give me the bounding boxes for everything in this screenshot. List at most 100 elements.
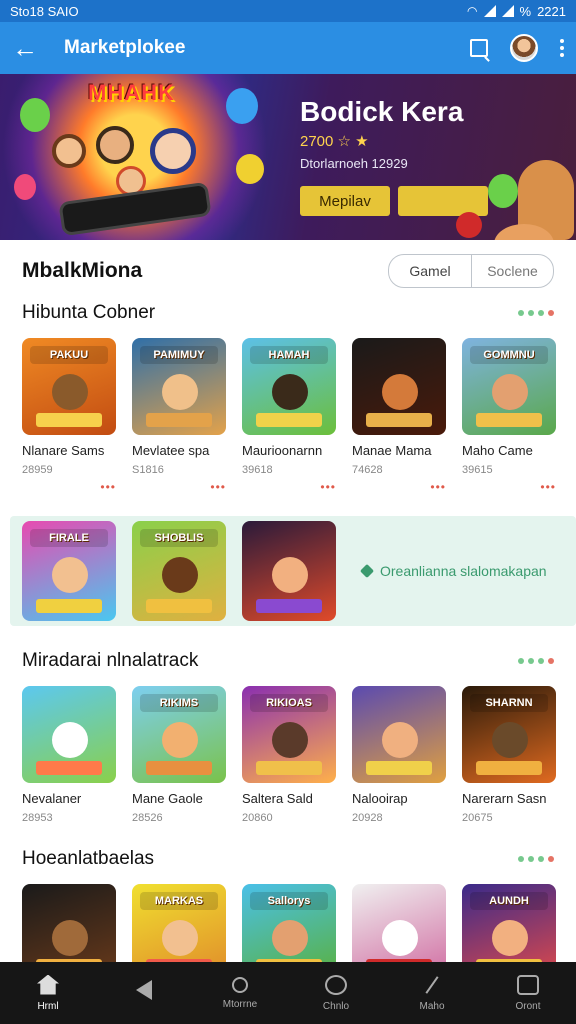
- nav-chat[interactable]: Chnlo: [296, 974, 376, 1012]
- clock: 2221: [537, 3, 566, 19]
- featured-app-icon[interactable]: SHOBLIS: [132, 521, 226, 621]
- app-icon-plate: [256, 599, 322, 613]
- app-card[interactable]: PAKUU Nlanare Sams 28959 •••: [22, 338, 116, 494]
- app-icon[interactable]: HAMAH: [242, 338, 336, 435]
- app-icon-caption: MARKAS: [140, 892, 218, 910]
- app-more-icon[interactable]: •••: [352, 480, 446, 494]
- character-face-icon: [272, 374, 308, 410]
- more-dots-icon[interactable]: [518, 310, 554, 316]
- app-icon-plate: [256, 761, 322, 775]
- app-meta: 28959: [22, 464, 53, 476]
- app-card[interactable]: RIKIMS Mane Gaole 28526: [132, 686, 226, 824]
- toggle-option-games[interactable]: Gamel: [389, 255, 471, 287]
- app-icon-caption: SHARNN: [470, 694, 548, 712]
- app-meta: 74628: [352, 464, 383, 476]
- app-more-icon[interactable]: •••: [462, 480, 556, 494]
- app-icon[interactable]: RIKIMS: [132, 686, 226, 783]
- app-card[interactable]: HAMAH Maurioonarnn 39618 •••: [242, 338, 336, 494]
- nav-back[interactable]: [104, 980, 184, 1006]
- character-face-icon: [52, 557, 88, 593]
- nav-search[interactable]: Mtorrne: [200, 976, 280, 1010]
- nav-edit[interactable]: Maho: [392, 975, 472, 1012]
- character-face-icon: [492, 722, 528, 758]
- more-dots-icon[interactable]: [518, 856, 554, 862]
- battery-icon: %: [519, 3, 532, 19]
- featured-app-icon[interactable]: [242, 521, 336, 621]
- app-card[interactable]: RIKIOAS Saltera Sald 20860: [242, 686, 336, 824]
- ball-icon: [456, 212, 482, 238]
- character-face-icon: [492, 374, 528, 410]
- bottom-navigation: Hrml Mtorrne Chnlo Maho Oront: [0, 962, 576, 1024]
- app-icon-caption: PAKUU: [30, 346, 108, 364]
- featured-promo-link[interactable]: Oreanlianna slalomakapan: [359, 563, 547, 579]
- app-icon[interactable]: SHARNN: [462, 686, 556, 783]
- tag-icon: [359, 563, 375, 579]
- character-face-icon: [162, 920, 198, 956]
- app-card[interactable]: PAMIMUY Mevlatee spa S1816 •••: [132, 338, 226, 494]
- app-icon[interactable]: GOMMNU: [462, 338, 556, 435]
- app-more-icon[interactable]: •••: [242, 480, 336, 494]
- featured-app-icon[interactable]: FIRALE: [22, 521, 116, 621]
- app-bar: ← Marketplokee: [0, 22, 576, 74]
- app-icon-caption: RIKIOAS: [250, 694, 328, 712]
- character-face-icon: [382, 920, 418, 956]
- status-icons: ◠ % 2221: [467, 4, 566, 19]
- more-dots-icon[interactable]: [518, 658, 554, 664]
- app-icon[interactable]: [352, 338, 446, 435]
- more-vert-icon[interactable]: [560, 39, 564, 57]
- app-icon-plate: [366, 413, 432, 427]
- app-meta: S1816: [132, 464, 164, 476]
- market-title: MbalkMiona: [22, 259, 143, 282]
- section-title: Hoeanlatbaelas: [22, 848, 155, 869]
- app-card[interactable]: SHARNN Narerarn Sasn 20675: [462, 686, 556, 824]
- app-icon[interactable]: [352, 686, 446, 783]
- section-header: Miradarai nlnalatrack: [0, 644, 576, 678]
- app-icon-caption: GOMMNU: [470, 346, 548, 364]
- toggle-option-secondary[interactable]: Soclene: [471, 255, 553, 287]
- app-card[interactable]: GOMMNU Maho Came 39615 •••: [462, 338, 556, 494]
- app-icon[interactable]: PAKUU: [22, 338, 116, 435]
- app-name: Mane Gaole: [132, 791, 203, 806]
- section-header: Hibunta Cobner: [0, 296, 576, 330]
- app-name: Narerarn Sasn: [462, 791, 547, 806]
- nav-account-label: Oront: [515, 1000, 541, 1012]
- balloon-icon: [20, 98, 50, 132]
- avatar[interactable]: [510, 34, 538, 62]
- banner-rating: 2700 ☆ ★: [300, 133, 369, 150]
- balloon-icon: [226, 88, 258, 124]
- hero-banner[interactable]: MHAHK Bodick Kera 2700 ☆ ★ Dtorlarnoeh 1…: [0, 74, 576, 240]
- banner-subtitle: Dtorlarnoeh 12929: [300, 156, 408, 171]
- nav-account[interactable]: Oront: [488, 974, 568, 1012]
- app-name: Nlanare Sams: [22, 443, 105, 458]
- app-icon-caption: FIRALE: [30, 529, 108, 547]
- app-icon-plate: [146, 413, 212, 427]
- featured-strip: FIRALE SHOBLIS Oreanlianna slalomakapan: [10, 516, 576, 626]
- app-icon-caption: RIKIMS: [140, 694, 218, 712]
- app-meta: 39618: [242, 464, 273, 476]
- app-card[interactable]: Nevalaner 28953: [22, 686, 116, 824]
- section-title: Miradarai nlnalatrack: [22, 650, 199, 671]
- app-more-icon[interactable]: •••: [22, 480, 116, 494]
- app-icon-caption: Sallorys: [250, 892, 328, 910]
- character-face-icon: [162, 374, 198, 410]
- app-icon[interactable]: RIKIOAS: [242, 686, 336, 783]
- nav-home[interactable]: Hrml: [8, 974, 88, 1012]
- app-card[interactable]: Nalooirap 20928: [352, 686, 446, 824]
- app-meta: 28953: [22, 812, 53, 824]
- app-name: Mevlatee spa: [132, 443, 210, 458]
- banner-secondary-button[interactable]: [398, 186, 488, 216]
- nav-search-label: Mtorrne: [222, 998, 258, 1010]
- app-icon[interactable]: PAMIMUY: [132, 338, 226, 435]
- home-icon: [37, 974, 59, 995]
- app-row: Nevalaner 28953 RIKIMS Mane Gaole 28526 RIKIO…: [0, 686, 576, 824]
- bookmark-icon[interactable]: [470, 39, 488, 57]
- search-icon: [232, 976, 248, 993]
- app-name: Saltera Sald: [242, 791, 313, 806]
- app-meta: 39615: [462, 464, 493, 476]
- banner-primary-button[interactable]: Mepilav: [300, 186, 390, 216]
- back-arrow-icon[interactable]: ←: [12, 33, 48, 64]
- banner-logo: MHAHK: [88, 80, 175, 105]
- app-icon[interactable]: [22, 686, 116, 783]
- app-more-icon[interactable]: •••: [132, 480, 226, 494]
- app-card[interactable]: Manae Mama 74628 •••: [352, 338, 446, 494]
